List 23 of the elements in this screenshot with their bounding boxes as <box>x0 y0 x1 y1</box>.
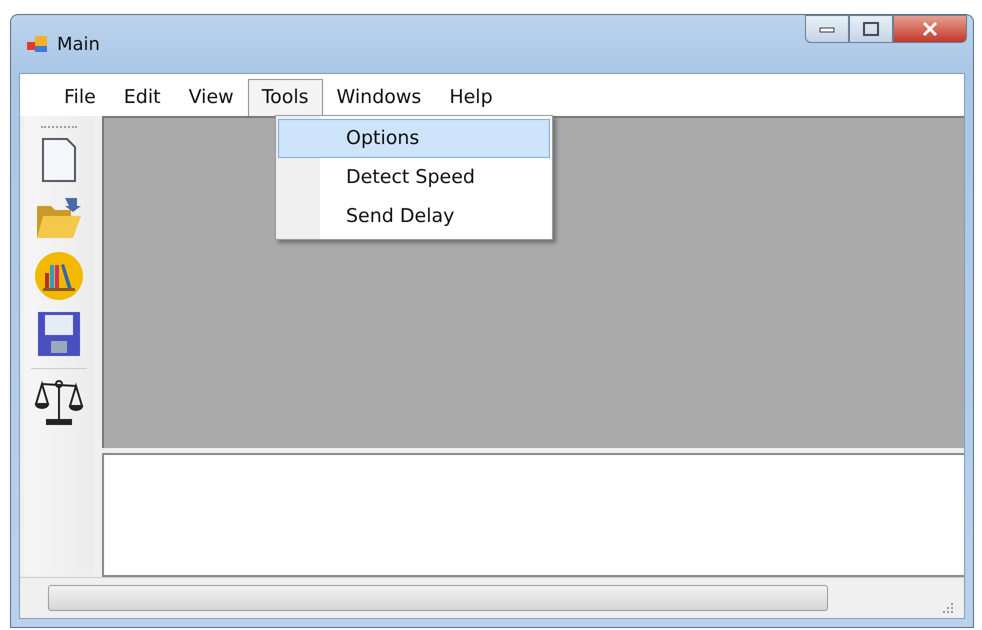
minimize-button[interactable] <box>805 15 849 43</box>
window-title: Main <box>57 34 100 54</box>
menu-item[interactable]: View <box>174 79 248 116</box>
menu-item[interactable]: Edit <box>110 79 175 116</box>
minimize-icon <box>819 25 835 33</box>
menu-item[interactable]: Tools <box>248 79 322 116</box>
menu-item[interactable]: File <box>50 79 110 116</box>
maximize-button[interactable] <box>849 15 893 43</box>
maximize-icon <box>863 22 879 36</box>
close-icon <box>921 21 939 37</box>
menu-option[interactable]: Send Delay <box>278 197 550 236</box>
menu-option[interactable]: Detect Speed <box>278 158 550 197</box>
menu-item[interactable]: Help <box>435 79 507 116</box>
close-button[interactable] <box>893 15 967 43</box>
text-area[interactable] <box>102 453 964 577</box>
books-icon[interactable] <box>34 251 84 301</box>
menu-option[interactable]: Options <box>278 119 550 158</box>
folder-icon[interactable] <box>35 196 83 240</box>
app-icon <box>27 34 49 54</box>
resize-grip-icon[interactable] <box>942 602 954 614</box>
menu-item[interactable]: Windows <box>322 79 436 116</box>
document-icon[interactable] <box>41 137 77 183</box>
scale-icon[interactable] <box>34 378 84 428</box>
